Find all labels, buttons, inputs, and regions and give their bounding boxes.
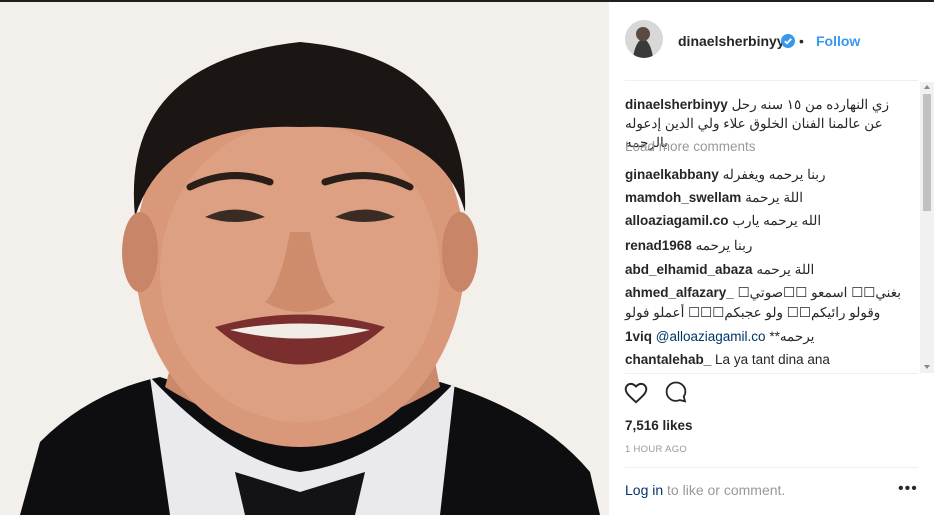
- comment-text-continued: وقولو رائيكم☐☐ ولو عجبكم☐☐☐ أعملو فولو: [625, 303, 915, 322]
- more-options-button[interactable]: •••: [898, 480, 918, 498]
- comment-item: 1viq @alloaziagamil.co يرحمه**: [625, 327, 915, 346]
- comment-username[interactable]: ginaelkabbany: [625, 167, 719, 182]
- follow-button[interactable]: Follow: [816, 33, 860, 49]
- avatar-image: [625, 20, 663, 58]
- comment-username[interactable]: mamdoh_swellam: [625, 190, 741, 205]
- comment-text: بغني☐☐ اسمعو ☐☐صوتي☐: [737, 285, 901, 300]
- comment-username[interactable]: 1viq: [625, 329, 652, 344]
- post-panel: dinaelsherbinyy • Follow dinaelsherbinyy…: [609, 2, 934, 515]
- action-bar: [609, 380, 934, 410]
- comment-username[interactable]: alloaziagamil.co: [625, 213, 729, 228]
- login-prompt-text: to like or comment.: [663, 482, 786, 498]
- caption-username[interactable]: dinaelsherbinyy: [625, 97, 728, 112]
- post-timestamp[interactable]: 1 HOUR AGO: [625, 444, 687, 455]
- comment-item: renad1968 ربنا يرحمه: [625, 236, 915, 255]
- comment-text: الله يرحمه يارب: [732, 213, 822, 228]
- comment-text: اللة يرحمه: [756, 262, 815, 277]
- comment-item: ginaelkabbany ربنا يرحمه ويغفرله: [625, 165, 915, 184]
- comment-text: La ya tant dina ana: [715, 352, 830, 367]
- load-more-comments-button[interactable]: Load more comments: [625, 139, 756, 154]
- footer-divider: [625, 467, 918, 468]
- comment-item: ahmed_alfazary_ بغني☐☐ اسمعو ☐☐صوتي☐: [625, 283, 915, 302]
- login-link[interactable]: Log in: [625, 482, 663, 498]
- comment-text: ربنا يرحمه: [695, 238, 753, 253]
- verified-badge-icon: [781, 34, 795, 48]
- comment-item: abd_elhamid_abaza اللة يرحمه: [625, 260, 915, 279]
- comment-item: alloaziagamil.co الله يرحمه يارب: [625, 211, 915, 230]
- scrollbar-thumb[interactable]: [923, 94, 931, 211]
- login-prompt: Log in to like or comment.: [625, 482, 785, 498]
- comment-text: اللة يرحمة: [745, 190, 803, 205]
- scroll-up-arrow-icon[interactable]: [924, 85, 930, 89]
- comment-icon[interactable]: [664, 380, 688, 404]
- comment-mention[interactable]: @alloaziagamil.co: [656, 329, 766, 344]
- likes-count[interactable]: 7,516 likes: [625, 418, 693, 433]
- portrait-photo: [0, 2, 609, 515]
- header-separator: •: [799, 33, 804, 49]
- comment-username[interactable]: abd_elhamid_abaza: [625, 262, 753, 277]
- comments-list: dinaelsherbinyy زي النهارده من ١٥ سنه رح…: [609, 82, 934, 373]
- scroll-down-arrow-icon[interactable]: [924, 365, 930, 369]
- heart-icon[interactable]: [623, 380, 649, 406]
- post-header: dinaelsherbinyy • Follow: [609, 2, 934, 80]
- comment-text: ربنا يرحمه ويغفرله: [722, 167, 826, 182]
- header-username[interactable]: dinaelsherbinyy: [678, 33, 785, 49]
- comments-divider: [625, 373, 918, 374]
- header-divider: [625, 80, 918, 81]
- comment-username[interactable]: renad1968: [625, 238, 692, 253]
- comment-item: chantalehab_ La ya tant dina ana: [625, 350, 915, 369]
- comment-item: mamdoh_swellam اللة يرحمة: [625, 188, 915, 207]
- comment-username[interactable]: chantalehab_: [625, 352, 711, 367]
- comment-username[interactable]: ahmed_alfazary_: [625, 285, 734, 300]
- comments-scrollbar[interactable]: [920, 82, 934, 373]
- avatar[interactable]: [625, 20, 663, 58]
- comment-text: يرحمه**: [769, 329, 815, 344]
- comment-text-line2: وقولو رائيكم☐☐ ولو عجبكم☐☐☐ أعملو فولو: [625, 305, 881, 320]
- post-image[interactable]: [0, 2, 609, 515]
